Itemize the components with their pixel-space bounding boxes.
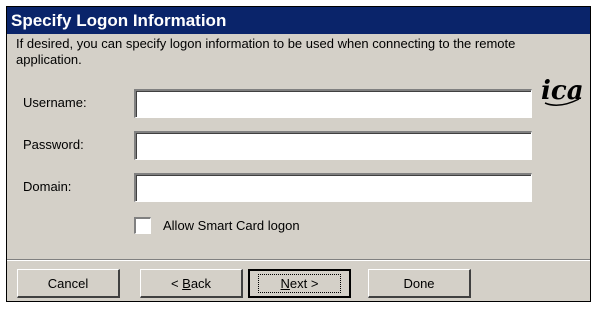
password-input[interactable] — [134, 131, 532, 160]
done-button[interactable]: Done — [368, 269, 471, 298]
username-input[interactable] — [134, 89, 532, 118]
password-label: Password: — [23, 137, 84, 152]
next-button[interactable]: Next > — [248, 269, 351, 298]
smart-card-checkbox[interactable] — [134, 217, 151, 234]
ica-logo: ica — [541, 76, 584, 106]
dialog-title: Specify Logon Information — [7, 7, 590, 34]
back-button-label: < Back — [170, 275, 212, 291]
back-button[interactable]: < Back — [140, 269, 243, 298]
dialog-description: If desired, you can specify logon inform… — [16, 36, 516, 67]
cancel-button[interactable]: Cancel — [17, 269, 120, 298]
smart-card-label[interactable]: Allow Smart Card logon — [163, 218, 300, 233]
logon-dialog: Specify Logon Information If desired, yo… — [6, 6, 591, 302]
done-button-label: Done — [403, 275, 435, 291]
next-button-label: Next > — [257, 274, 342, 293]
username-label: Username: — [23, 95, 87, 110]
cancel-button-label: Cancel — [47, 275, 89, 291]
ica-logo-text: ica — [541, 76, 584, 106]
button-divider — [7, 259, 590, 261]
domain-label: Domain: — [23, 179, 72, 194]
domain-input[interactable] — [134, 173, 532, 202]
